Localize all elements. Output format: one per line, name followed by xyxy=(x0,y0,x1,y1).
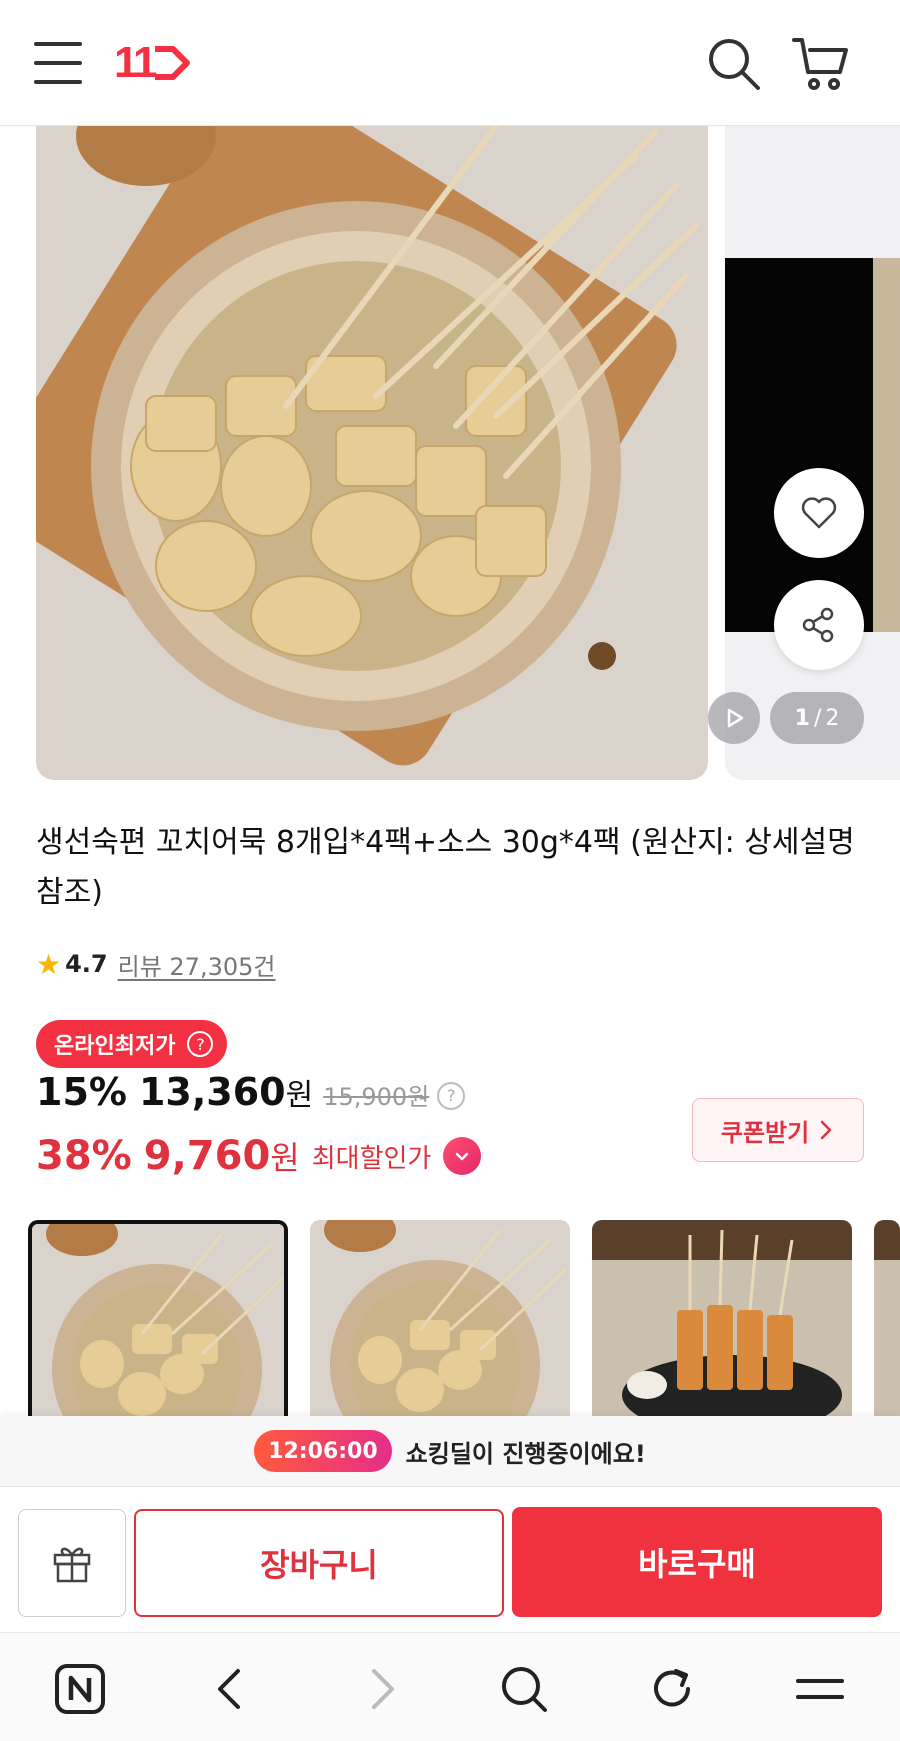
next-image-dark-area xyxy=(725,258,873,632)
next-image-preview[interactable] xyxy=(725,126,900,780)
product-main-image[interactable] xyxy=(36,126,708,780)
coupon-button-label: 쿠폰받기 xyxy=(720,1118,810,1147)
fishcake-pot-photo xyxy=(36,126,708,780)
lowest-price-label: 온라인최저가 xyxy=(54,1034,176,1059)
search-icon[interactable] xyxy=(704,34,764,94)
review-count-link[interactable]: 리뷰 27,305건 xyxy=(118,947,276,982)
logo-arrow-icon xyxy=(154,46,190,80)
play-video-button[interactable] xyxy=(708,692,760,744)
pager-current: 1 xyxy=(794,705,810,731)
app-header: 11 xyxy=(0,0,900,126)
cart-icon[interactable] xyxy=(790,34,850,94)
browser-menu-icon[interactable] xyxy=(794,1663,846,1715)
hamburger-menu-icon[interactable] xyxy=(34,40,82,86)
max-price-currency: 원 xyxy=(270,1139,300,1177)
purchase-action-bar: 장바구니 바로구매 xyxy=(0,1486,900,1632)
rating-row: ★ 4.7 리뷰 27,305건 xyxy=(36,944,275,984)
question-icon[interactable]: ? xyxy=(187,1031,214,1057)
deal-text: 쇼킹딜이 진행중이에요! xyxy=(405,1439,646,1468)
thumbnail-image xyxy=(32,1224,284,1420)
thumbnail-image xyxy=(310,1220,570,1420)
discount-rate: 15% xyxy=(36,1070,127,1114)
thumbnail-2[interactable] xyxy=(310,1220,570,1420)
thumbnail-4-partial[interactable] xyxy=(874,1220,900,1420)
pager-total: 2 xyxy=(825,705,840,731)
max-discount-price: 9,760 xyxy=(143,1133,271,1179)
max-discount-label: 최대할인가 xyxy=(311,1143,432,1174)
buy-now-button[interactable]: 바로구매 xyxy=(512,1507,882,1617)
coupon-button[interactable]: 쿠폰받기 xyxy=(692,1098,864,1162)
thumbnail-1[interactable] xyxy=(28,1220,288,1420)
sale-price-row: 15% 13,360 원 15,900원 ? xyxy=(36,1070,466,1124)
next-image-edge xyxy=(873,258,900,632)
max-discount-row: 38% 9,760 원 최대할인가 xyxy=(36,1128,482,1184)
sale-price: 13,360 xyxy=(138,1070,286,1114)
thumbnail-image xyxy=(592,1220,852,1420)
logo[interactable]: 11 xyxy=(114,38,191,88)
original-price: 15,900원 xyxy=(323,1083,430,1111)
pager-separator: / xyxy=(813,705,822,731)
image-pager: 1/2 xyxy=(770,692,864,744)
share-button[interactable] xyxy=(774,580,864,670)
gift-icon xyxy=(53,1547,91,1583)
sale-price-currency: 원 xyxy=(285,1078,314,1113)
share-icon xyxy=(802,607,834,643)
star-icon: ★ xyxy=(36,947,62,981)
back-icon[interactable] xyxy=(204,1663,256,1715)
rating-value: 4.7 xyxy=(65,950,108,978)
browser-search-icon[interactable] xyxy=(498,1663,550,1715)
play-icon xyxy=(727,708,744,728)
chevron-down-icon[interactable] xyxy=(443,1137,482,1175)
forward-icon[interactable] xyxy=(356,1663,408,1715)
gift-button[interactable] xyxy=(18,1509,126,1617)
chevron-right-icon xyxy=(820,1120,832,1140)
wishlist-button[interactable] xyxy=(774,468,864,558)
browser-nav-bar xyxy=(0,1632,900,1741)
naver-home-icon[interactable] xyxy=(54,1663,106,1715)
logo-text: 11 xyxy=(114,38,157,87)
shocking-deal-bar[interactable]: 12:06:00 쇼킹딜이 진행중이에요! xyxy=(0,1416,900,1486)
deal-timer: 12:06:00 xyxy=(254,1430,392,1472)
price-info-icon[interactable]: ? xyxy=(437,1081,466,1110)
refresh-icon[interactable] xyxy=(646,1663,698,1715)
lowest-price-badge[interactable]: 온라인최저가 ? xyxy=(36,1020,228,1068)
add-to-cart-button[interactable]: 장바구니 xyxy=(134,1509,504,1617)
thumbnail-image xyxy=(874,1220,900,1420)
max-discount-rate: 38% xyxy=(36,1133,132,1179)
thumbnail-3[interactable] xyxy=(592,1220,852,1420)
product-title: 생선숙편 꼬치어묵 8개입*4팩+소스 30g*4팩 (원산지: 상세설명 참조… xyxy=(36,825,855,910)
heart-icon xyxy=(801,497,837,529)
